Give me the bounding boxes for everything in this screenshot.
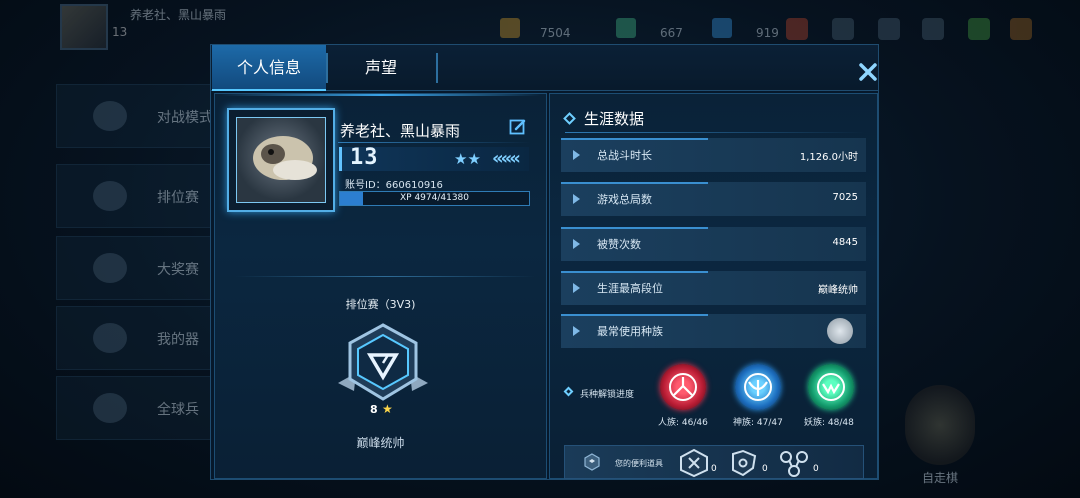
background-menu-item: 全球兵: [56, 376, 216, 440]
background-menu-item: 我的器: [56, 306, 216, 370]
stat-value: 7025: [832, 192, 858, 203]
protoss-race-icon[interactable]: [735, 364, 781, 410]
cube-icon: [584, 453, 600, 471]
stat-label: 总战斗时长: [597, 149, 652, 162]
avatar[interactable]: [227, 108, 335, 212]
tab-divider: [436, 53, 438, 83]
xp-text: XP 4974/41380: [399, 193, 470, 203]
stat-value: 4845: [832, 237, 858, 248]
stat-label: 生涯最高段位: [597, 282, 663, 295]
section-divider: [235, 276, 535, 277]
play-icon: [573, 283, 580, 293]
rank-mode-title: 排位赛（3V3): [345, 298, 416, 311]
rank-star-count: 8: [370, 403, 378, 416]
creature-avatar-icon: [253, 136, 317, 180]
item-link-icon[interactable]: [777, 448, 811, 478]
background-level: 13: [112, 25, 128, 39]
gem-icon: [616, 18, 636, 38]
rank-star-icon: ★: [382, 402, 393, 416]
play-icon: [573, 194, 580, 204]
background-resource-3: 919: [756, 26, 779, 40]
rank-chevrons-icon: «««: [492, 148, 521, 169]
item-count: 0: [762, 464, 768, 474]
background-right-label: 自走棋: [922, 471, 959, 485]
add-icon: [786, 18, 808, 40]
tab-reputation[interactable]: 声望: [326, 45, 436, 91]
tab-bar: 个人信息 声望: [211, 45, 878, 91]
stat-row-likes: 被赞次数 4845: [561, 227, 866, 261]
background-menu-item: 排位赛: [56, 164, 216, 228]
diamond-icon: [563, 112, 576, 125]
convenience-items-label: 您的便利道具: [615, 459, 663, 468]
background-menu-item: 对战模式: [56, 84, 216, 148]
favorite-race-icon: [827, 318, 853, 344]
name-underline: [338, 142, 531, 143]
stat-label: 游戏总局数: [597, 193, 652, 206]
unlock-progress-title: 兵种解锁进度: [580, 390, 635, 400]
human-race-progress: 人族: 46/46: [658, 418, 708, 428]
background-character: [905, 385, 975, 465]
demon-race-icon[interactable]: [808, 364, 854, 410]
profile-panel: 养老社、黑山暴雨 13 ★★ ««« 账号ID：660610916 XP 497…: [214, 93, 547, 479]
item-card-icon[interactable]: [677, 448, 711, 478]
career-title: 生涯数据: [584, 110, 645, 128]
friends-icon: [832, 18, 854, 40]
item-count: 0: [813, 464, 819, 474]
player-level: 13: [350, 145, 379, 170]
stat-label: 被赞次数: [597, 238, 641, 251]
crystal-icon: [712, 18, 732, 38]
level-stars: ★★: [454, 150, 481, 168]
player-name: 养老社、黑山暴雨: [340, 122, 461, 140]
protoss-race-progress: 神族: 47/47: [733, 418, 783, 428]
rank-name: 巅峰统帅: [356, 436, 405, 450]
career-panel: 生涯数据 总战斗时长 1,126.0小时 游戏总局数 7025 被赞次数 484…: [549, 93, 878, 479]
mail-icon: [878, 18, 900, 40]
background-resource-1: 7504: [540, 26, 571, 40]
tab-personal-info[interactable]: 个人信息: [212, 45, 326, 91]
background-player-name: 养老社、黑山暴雨: [130, 8, 227, 22]
account-id: 账号ID：660610916: [345, 180, 443, 191]
item-count: 0: [711, 464, 717, 474]
play-icon: [573, 239, 580, 249]
title-underline: [565, 132, 865, 133]
background-resource-2: 667: [660, 26, 683, 40]
gold-icon: [500, 18, 520, 38]
stat-value: 1,126.0小时: [799, 152, 858, 163]
play-icon: [573, 150, 580, 160]
item-puzzle-icon[interactable]: [727, 448, 761, 478]
stat-row-games: 游戏总局数 7025: [561, 182, 866, 216]
background-avatar: [60, 4, 108, 50]
stat-value: 巅峰统帅: [818, 285, 858, 296]
demon-race-progress: 妖族: 48/48: [804, 418, 854, 428]
profile-modal: 个人信息 声望 养老社、黑山暴雨 13 ★★ ««« 账号ID：66061091…: [210, 44, 879, 480]
signal-icon: [968, 18, 990, 40]
panel-glow: [221, 94, 541, 96]
background-menu-item: 大奖赛: [56, 236, 216, 300]
rank-badge-icon[interactable]: 8 ★: [330, 321, 436, 417]
convenience-items-bar: 您的便利道具 0 0 0: [564, 445, 864, 479]
gear-icon: [922, 18, 944, 40]
level-bar: 13 ★★ «««: [339, 145, 529, 171]
avatar-image: [236, 117, 326, 203]
stat-row-playtime: 总战斗时长 1,126.0小时: [561, 138, 866, 172]
diamond-icon: [563, 386, 574, 397]
human-race-icon[interactable]: [660, 364, 706, 410]
stat-row-highest-rank: 生涯最高段位 巅峰统帅: [561, 271, 866, 305]
play-icon: [573, 326, 580, 336]
battery-icon: [1010, 18, 1032, 40]
close-icon[interactable]: [857, 61, 879, 83]
background-topbar: 养老社、黑山暴雨 13 7504 667 919: [0, 0, 1080, 50]
stat-row-favorite-race: 最常使用种族: [561, 314, 866, 348]
edit-icon[interactable]: [509, 118, 527, 136]
stat-label: 最常使用种族: [597, 325, 663, 338]
xp-bar: XP 4974/41380: [339, 191, 530, 206]
